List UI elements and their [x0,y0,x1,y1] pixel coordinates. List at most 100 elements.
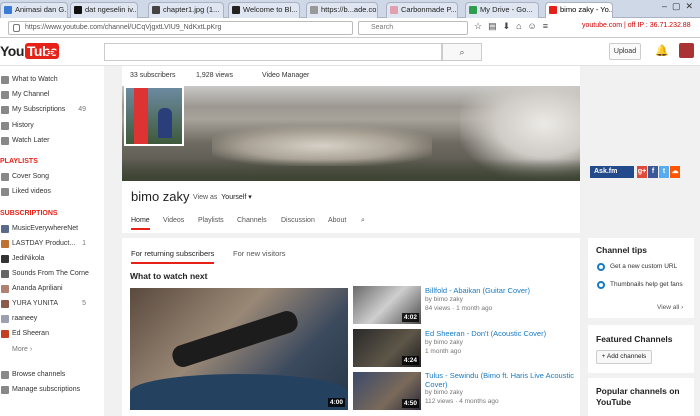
featured-video-thumbnail[interactable]: 4:00 [130,288,348,410]
tab-channels[interactable]: Channels [237,217,267,224]
person-icon [1,91,9,99]
subscription-item[interactable]: MusicEverywhereNet [0,222,104,236]
sidebar-item-label: Cover Song [12,173,49,180]
video-author[interactable]: by bimo zaky [425,389,463,396]
view-as-value: Yourself ▾ [221,194,252,201]
tab-home[interactable]: Home [131,217,150,230]
twitter-icon[interactable]: t [659,166,669,178]
video-title[interactable]: Ed Sheeran - Don't (Acoustic Cover) [425,329,575,338]
tab-about[interactable]: About [328,217,346,224]
channel-tips-title: Channel tips [596,245,648,255]
browser-toolbar-icons[interactable]: ☆▤⬇⌂☺≡ [474,21,554,32]
channel-avatar [1,300,9,308]
sidebar-item-cover-song[interactable]: Cover Song [0,170,104,184]
account-avatar[interactable] [679,43,694,58]
video-duration: 4:50 [401,399,419,408]
browser-tab[interactable]: Welcome to Bl... [228,2,300,18]
browser-tab-strip: Animasi dan G... dat ngeselin iv... chap… [0,0,700,18]
browser-tab[interactable]: dat ngeselin iv... [70,2,138,18]
guide-menu-icon[interactable]: ≡▾ [47,46,59,59]
tab-returning-subscribers[interactable]: For returning subscribers [131,249,215,264]
facebook-icon[interactable]: f [648,166,658,178]
video-thumbnail[interactable]: 4:50 [353,372,421,410]
video-thumbnail[interactable]: 4:24 [353,329,421,367]
video-author[interactable]: by bimo zaky [425,339,463,346]
subscription-item[interactable]: Sounds From The Corne [0,267,104,281]
tab-favicon-icon [152,6,160,14]
thumbnail-guitar [169,308,301,370]
askfm-link[interactable]: Ask.fm [590,166,634,178]
sidebar-item-browse-channels[interactable]: Browse channels [0,368,104,382]
video-manager-link[interactable]: Video Manager [262,66,309,86]
video-title[interactable]: Billfold - Abaikan (Guitar Cover) [425,286,575,295]
youtube-search-input[interactable] [104,43,442,61]
browser-search-placeholder: Search [371,24,394,31]
soundcloud-icon[interactable]: ☁ [670,166,680,178]
video-meta: 112 views · 4 months ago [425,398,499,405]
view-as-selector[interactable]: View as Yourself ▾ [193,193,252,201]
subscription-label: LASTDAY Product... [12,240,76,247]
window-controls[interactable]: –▢✕ [662,1,698,12]
tip-thumbnails[interactable]: Thumbnails help get fans [610,281,690,289]
channel-avatar [1,240,9,248]
thumbnail-jeans [130,374,348,410]
subscription-item[interactable]: Ed Sheeran [0,327,104,341]
view-all-link[interactable]: View all › [657,304,683,311]
search-button[interactable]: ⌕ [442,43,482,61]
channel-banner [122,86,580,181]
video-author[interactable]: by bimo zaky [425,296,463,303]
subscription-label: Ed Sheeran [12,330,49,337]
subscription-item[interactable]: Ananda Apriliani [0,282,104,296]
address-bar[interactable]: https://www.youtube.com/channel/UCqVjgxt… [8,21,353,35]
avatar-person [158,108,172,138]
tab-favicon-icon [4,6,12,14]
browser-tab[interactable]: My Drive - Go... [465,2,539,18]
sidebar-item-my-channel[interactable]: My Channel [0,88,104,102]
tab-discussion[interactable]: Discussion [281,217,315,224]
video-thumbnail[interactable]: 4:02 [353,286,421,324]
notification-bell-icon[interactable]: 🔔 [655,44,669,57]
address-text: https://www.youtube.com/channel/UCqVjgxt… [25,24,222,31]
video-title[interactable]: Tulus - Sewindu (Bimo ft. Haris Live Aco… [425,371,575,389]
tab-videos[interactable]: Videos [163,217,184,224]
sidebar-item-count: 49 [78,106,86,113]
tab-favicon-icon [390,6,398,14]
subscription-item[interactable]: YURA YUNITA 5 [0,297,104,311]
subscription-item[interactable]: JediNikola [0,252,104,266]
tab-playlists[interactable]: Playlists [198,217,224,224]
sidebar-item-liked-videos[interactable]: Liked videos [0,185,104,199]
channel-avatar [1,315,9,323]
browser-tab[interactable]: https://b...ade.com/ [306,2,378,18]
sidebar-item-history[interactable]: History [0,119,104,133]
channel-stats-bar: 33 subscribers 1,928 views Video Manager [122,66,580,86]
add-channels-button[interactable]: + Add channels [596,350,652,364]
browser-tab[interactable]: Animasi dan G... [0,2,68,18]
video-age: 1 month ago [425,348,462,355]
sidebar-item-manage-subscriptions[interactable]: Manage subscriptions [0,383,104,397]
google-plus-icon[interactable]: g+ [637,166,647,178]
tip-custom-url[interactable]: Get a new custom URL [610,263,690,271]
upload-button[interactable]: Upload [609,43,641,60]
subscription-item[interactable]: LASTDAY Product... 1 [0,237,104,251]
sidebar-item-label: My Subscriptions [12,106,66,113]
featured-channels-title: Featured Channels [596,334,673,344]
video-meta: 1 month ago [425,348,461,355]
tab-new-visitors[interactable]: For new visitors [233,249,286,258]
browser-search-input[interactable]: Search [358,21,468,35]
sidebar-item-my-subscriptions[interactable]: My Subscriptions 49 [0,103,104,117]
playlist-icon [1,173,9,181]
sidebar-more-link[interactable]: More › [0,343,104,357]
tab-favicon-icon [549,6,557,14]
browser-tab-active[interactable]: bimo zaky - Yo... [545,2,613,18]
sidebar-item-watch-later[interactable]: Watch Later [0,134,104,148]
channel-avatar [1,255,9,263]
sidebar-item-what-to-watch[interactable]: What to Watch [0,73,104,87]
browser-tab[interactable]: Carbonmade P... [386,2,458,18]
subscription-item[interactable]: raaneey [0,312,104,326]
tab-label: Animasi dan G... [15,5,68,14]
channel-avatar-large[interactable] [124,86,184,146]
sidebar-item-label: What to Watch [12,76,58,83]
channel-avatar [1,225,9,233]
browser-tab[interactable]: chapter1.jpg (1... [148,2,224,18]
channel-search-icon[interactable]: ⌕ [361,217,365,225]
